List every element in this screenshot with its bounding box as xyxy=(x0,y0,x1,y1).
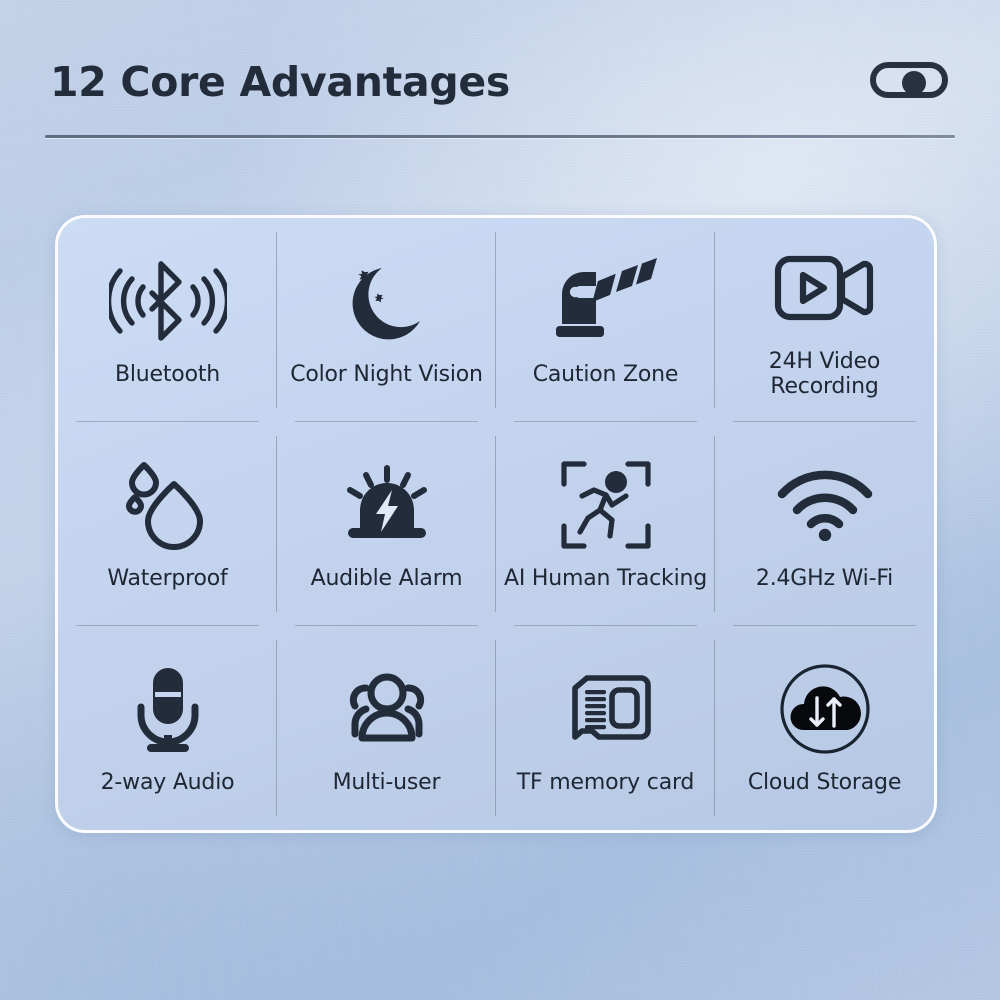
feature-cell-caution-zone[interactable]: Caution Zone xyxy=(496,218,715,422)
feature-label: AI Human Tracking xyxy=(503,565,708,591)
feature-label: 2-way Audio xyxy=(100,769,235,795)
feature-label: 2.4GHz Wi-Fi xyxy=(755,565,894,591)
feature-label: Cloud Storage xyxy=(747,769,902,795)
feature-label: Color Night Vision xyxy=(290,361,483,387)
cloud-sync-icon xyxy=(778,661,872,757)
memory-card-icon xyxy=(557,661,655,757)
feature-cell-multi-user[interactable]: Multi-user xyxy=(277,626,496,830)
feature-label: Bluetooth xyxy=(115,361,220,387)
page-title: 12 Core Advantages xyxy=(50,58,510,106)
feature-cell-tf-memory-card[interactable]: TF memory card xyxy=(496,626,715,830)
siren-alarm-icon xyxy=(340,457,434,553)
feature-cell-waterproof[interactable]: Waterproof xyxy=(58,422,277,626)
feature-label: TF memory card xyxy=(516,769,695,795)
feature-cell-24h-video-recording[interactable]: 24H Video Recording xyxy=(715,218,934,422)
feature-cell-cloud-storage[interactable]: Cloud Storage xyxy=(715,626,934,830)
header: 12 Core Advantages xyxy=(0,0,1000,140)
moon-stars-icon xyxy=(339,253,435,349)
toggle-knob-icon xyxy=(902,71,926,95)
water-drops-icon xyxy=(122,457,214,553)
features-panel: Bluetooth Color Night Vision Caution Zon… xyxy=(55,215,937,833)
boom-barrier-icon xyxy=(542,253,670,349)
microphone-icon xyxy=(128,661,208,757)
feature-cell-ai-human-tracking[interactable]: AI Human Tracking xyxy=(496,422,715,626)
wifi-icon xyxy=(776,457,874,553)
feature-label: Audible Alarm xyxy=(310,565,463,591)
features-grid: Bluetooth Color Night Vision Caution Zon… xyxy=(58,218,934,830)
toggle-switch[interactable] xyxy=(870,62,948,98)
feature-cell-color-night-vision[interactable]: Color Night Vision xyxy=(277,218,496,422)
feature-label: Waterproof xyxy=(107,565,228,591)
feature-cell-wifi[interactable]: 2.4GHz Wi-Fi xyxy=(715,422,934,626)
running-person-frame-icon xyxy=(560,457,652,553)
video-camera-icon xyxy=(774,240,876,336)
feature-label: Multi-user xyxy=(332,769,441,795)
header-divider xyxy=(45,135,955,138)
feature-cell-bluetooth[interactable]: Bluetooth xyxy=(58,218,277,422)
feature-label: Caution Zone xyxy=(532,361,679,387)
feature-cell-2-way-audio[interactable]: 2-way Audio xyxy=(58,626,277,830)
bluetooth-icon xyxy=(108,253,227,349)
users-group-icon xyxy=(338,661,436,757)
feature-cell-audible-alarm[interactable]: Audible Alarm xyxy=(277,422,496,626)
feature-label: 24H Video Recording xyxy=(768,349,881,399)
